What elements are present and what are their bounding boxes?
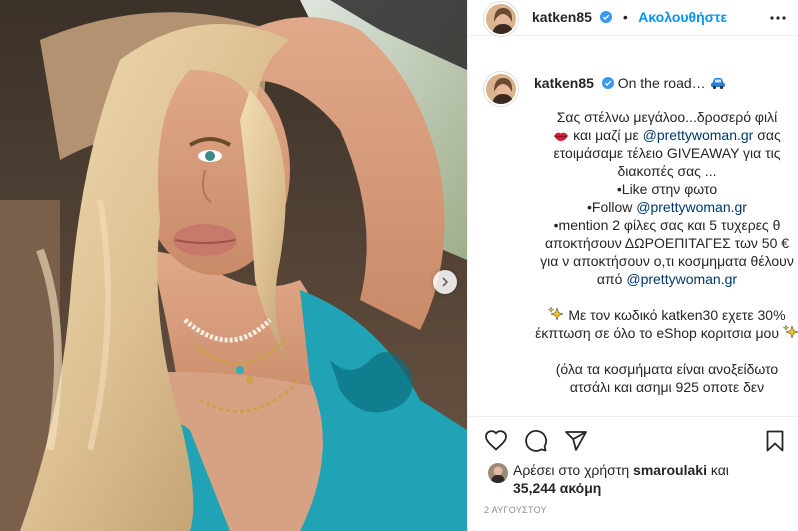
- mention-link[interactable]: @prettywoman.gr: [636, 199, 747, 215]
- sparkles-emoji-icon: [782, 324, 798, 339]
- car-emoji-icon: [710, 78, 725, 90]
- verified-badge-icon: [600, 10, 613, 23]
- likes-prefix: Αρέσει στο χρήστη: [513, 462, 630, 478]
- follow-button[interactable]: Ακολουθήστε: [638, 9, 727, 25]
- comment-icon[interactable]: [524, 429, 548, 453]
- bookmark-icon[interactable]: [763, 429, 787, 453]
- carousel-next-button[interactable]: [433, 270, 457, 294]
- sparkles-emoji-icon: [548, 306, 565, 321]
- post-photo[interactable]: [0, 0, 467, 531]
- caption-area: katken85 On the road… Σας στέλνω μεγάλοο…: [468, 60, 798, 416]
- caption-line: Με τον κωδικό katken30 εχετε 30% έκπτωση…: [535, 307, 786, 341]
- avatar-image: [486, 3, 516, 34]
- caption-body: Σας στέλνω μεγάλοο...δροσερό φιλί και μα…: [535, 108, 798, 396]
- more-options-icon[interactable]: [769, 9, 787, 27]
- caption-text-first: On the road…: [617, 75, 706, 91]
- verified-badge-icon: [601, 77, 614, 89]
- heart-icon[interactable]: [484, 429, 508, 453]
- likes-and: και: [710, 462, 729, 478]
- likes-count[interactable]: 35,244 ακόμη: [513, 480, 601, 496]
- lips-emoji-icon: [554, 132, 569, 141]
- mention-link[interactable]: @prettywoman.gr: [643, 127, 754, 143]
- caption-first-line: katken85 On the road…: [534, 74, 726, 92]
- caption-line: (όλα τα κοσμήματα είναι ανοξείδωτο ατσάλ…: [555, 361, 779, 395]
- header-avatar[interactable]: [484, 1, 518, 36]
- avatar-image: [488, 463, 508, 483]
- likes-summary: Αρέσει στο χρήστη smaroulaki και 35,244 …: [484, 461, 784, 497]
- liker-username[interactable]: smaroulaki: [633, 462, 707, 478]
- liker-avatar[interactable]: [488, 463, 508, 483]
- caption-username[interactable]: katken85: [534, 75, 594, 91]
- caption-line: •Follow: [587, 199, 633, 215]
- post-header: katken85 • Ακολουθήστε: [468, 0, 798, 36]
- caption-avatar[interactable]: [484, 72, 518, 106]
- post-date[interactable]: 2 ΑΥΓΟΥΣΤΟΥ: [484, 505, 547, 515]
- caption-line: και μαζί με: [573, 127, 639, 143]
- caption-line: •Like στην φωτο: [616, 181, 718, 197]
- chevron-right-icon: [442, 277, 449, 287]
- separator-dot: •: [622, 8, 628, 25]
- caption-line: Σας στέλνω μεγάλοο...δροσερό φιλί: [556, 109, 778, 125]
- header-username[interactable]: katken85: [532, 9, 592, 25]
- share-icon[interactable]: [564, 429, 588, 453]
- avatar-image: [486, 74, 516, 104]
- mention-link[interactable]: @prettywoman.gr: [626, 271, 737, 287]
- action-bar: [468, 416, 798, 466]
- selfie-image: [0, 0, 467, 531]
- post-sidebar: katken85 • Ακολουθήστε katken85 On the r…: [467, 0, 798, 531]
